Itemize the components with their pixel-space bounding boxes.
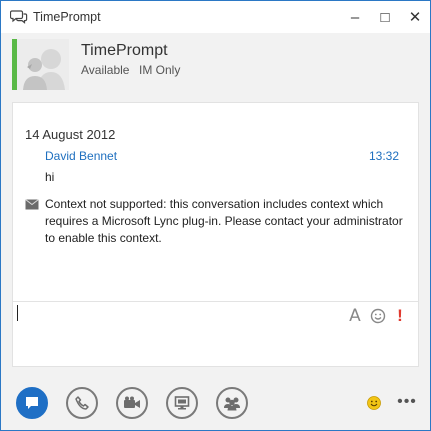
font-button[interactable]: A — [347, 306, 363, 326]
title-bar[interactable]: TimePrompt – □ ✕ — [1, 1, 430, 33]
call-button[interactable] — [66, 387, 98, 419]
contact-mode: IM Only — [139, 63, 181, 77]
compose-divider — [13, 301, 418, 302]
video-button[interactable] — [116, 387, 148, 419]
high-importance-button[interactable]: ! — [395, 306, 405, 326]
person-placeholder-icon — [17, 39, 69, 90]
bottom-toolbar: ••• — [1, 379, 430, 429]
contact-header: TimePrompt Available IM Only — [1, 33, 430, 99]
avatar[interactable] — [17, 39, 69, 90]
message-text: hi — [45, 170, 55, 184]
maximize-button[interactable]: □ — [375, 7, 395, 27]
window-title: TimePrompt — [33, 10, 101, 24]
close-button[interactable]: ✕ — [405, 7, 425, 27]
smiley-icon — [370, 308, 386, 324]
present-button[interactable] — [166, 387, 198, 419]
envelope-icon — [25, 199, 39, 210]
minimize-button[interactable]: – — [345, 7, 365, 27]
contact-name[interactable]: TimePrompt — [81, 42, 168, 60]
contact-status: Available — [81, 63, 130, 77]
compose-input[interactable] — [15, 303, 335, 325]
chat-bubbles-icon — [10, 10, 28, 24]
conversation-panel: 14 August 2012 David Bennet 13:32 hi Con… — [12, 102, 419, 367]
phone-icon — [75, 396, 89, 410]
more-options-button[interactable]: ••• — [397, 392, 417, 412]
text-caret — [17, 305, 18, 321]
video-camera-icon — [124, 396, 140, 408]
emoticon-button[interactable] — [369, 306, 387, 326]
chat-bubble-icon — [26, 397, 38, 409]
smiley-emoticon-icon[interactable] — [367, 396, 381, 410]
system-notice: Context not supported: this conversation… — [45, 197, 403, 245]
people-button[interactable] — [216, 387, 248, 419]
im-button[interactable] — [16, 387, 48, 419]
message-sender[interactable]: David Bennet — [45, 149, 117, 163]
conversation-window: TimePrompt – □ ✕ TimePrompt Available IM… — [0, 0, 431, 431]
message-time: 13:32 — [369, 149, 400, 163]
monitor-icon — [174, 396, 190, 410]
people-icon — [224, 397, 240, 411]
conversation-date: 14 August 2012 — [25, 127, 116, 142]
